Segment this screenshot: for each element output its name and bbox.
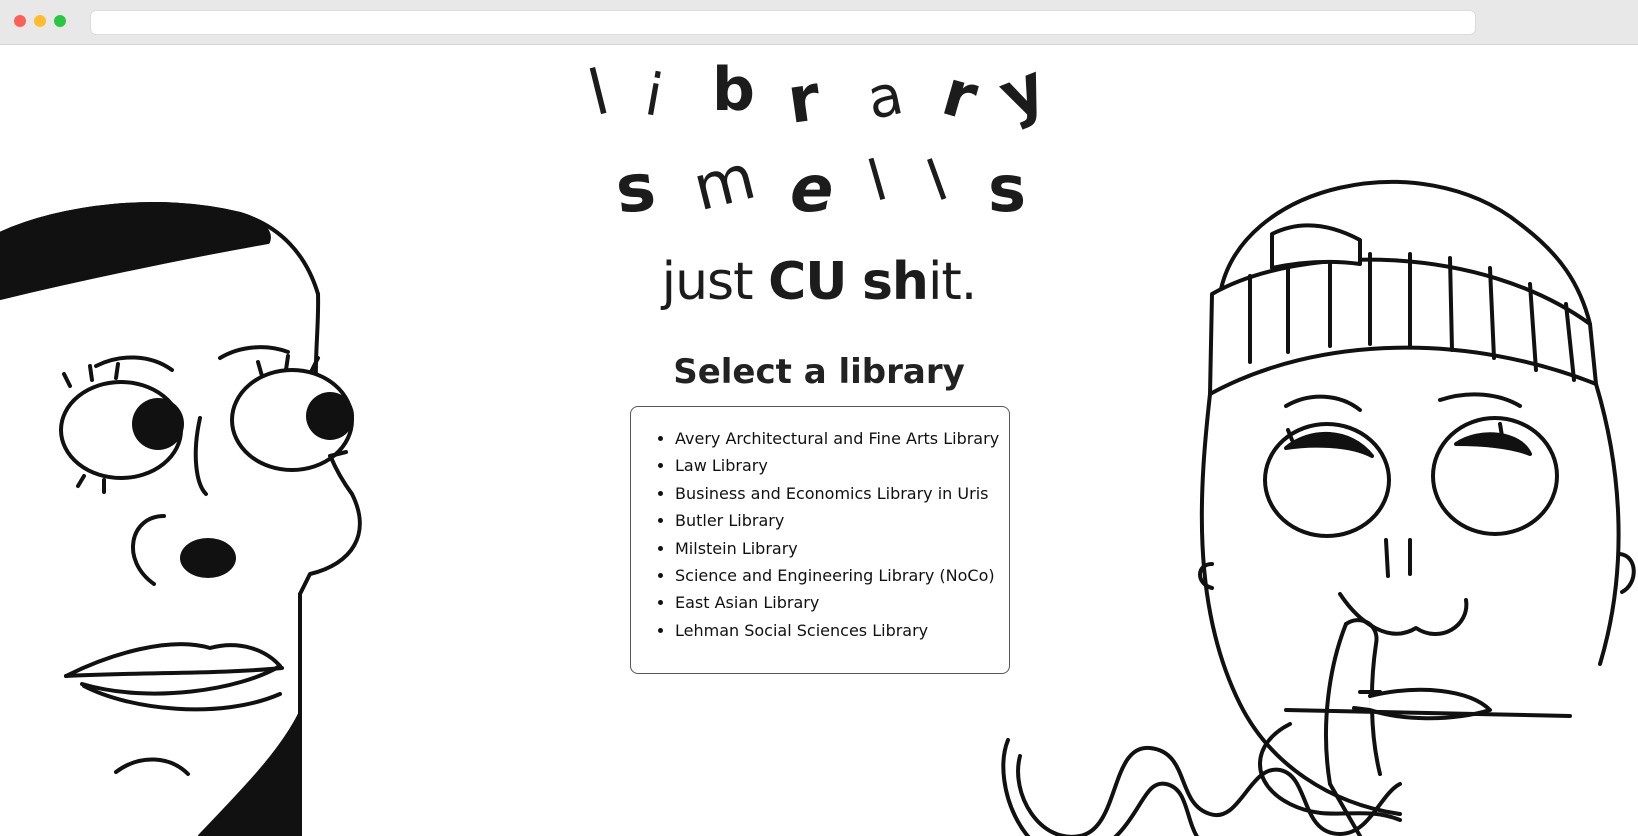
library-link-business-economics[interactable]: Business and Economics Library in Uris	[675, 480, 1009, 507]
library-link-science-engineering[interactable]: Science and Engineering Library (NoCo)	[675, 562, 1009, 589]
tagline-part: CU	[768, 252, 847, 312]
library-link-butler[interactable]: Butler Library	[675, 507, 1009, 534]
title-letter: s	[612, 148, 660, 229]
library-list-box: Avery Architectural and Fine Arts Librar…	[630, 406, 1010, 674]
minimize-icon[interactable]	[34, 15, 46, 27]
title-letter: b	[712, 55, 755, 125]
title-letter: l	[861, 148, 895, 215]
title-letter: y	[989, 49, 1057, 135]
address-bar[interactable]	[90, 10, 1476, 35]
tagline-part: it.	[927, 252, 977, 312]
maximize-icon[interactable]	[54, 15, 66, 27]
title-letter: r	[783, 61, 825, 139]
library-list: Avery Architectural and Fine Arts Librar…	[631, 407, 1009, 644]
title-letter: a	[861, 62, 909, 133]
tagline-part: just	[661, 252, 769, 312]
library-link-law[interactable]: Law Library	[675, 452, 1009, 479]
page-content: l i b r a r y s m e l l s just CU shit. …	[0, 44, 1638, 836]
title-letter: l	[581, 55, 616, 131]
title-letter: l	[919, 148, 957, 215]
tagline: just CU shit.	[0, 252, 1638, 312]
title-word-smells: s m e l l s	[0, 139, 1638, 248]
title-letter: r	[934, 56, 986, 136]
title-letter: e	[790, 153, 834, 227]
title-letter: m	[685, 139, 763, 226]
tagline-part	[846, 252, 862, 312]
library-link-avery[interactable]: Avery Architectural and Fine Arts Librar…	[675, 425, 1009, 452]
library-link-milstein[interactable]: Milstein Library	[675, 535, 1009, 562]
title-word-library: l i b r a r y	[0, 49, 1638, 154]
close-icon[interactable]	[14, 15, 26, 27]
library-link-east-asian[interactable]: East Asian Library	[675, 589, 1009, 616]
browser-toolbar	[0, 0, 1638, 45]
select-library-heading: Select a library	[673, 352, 965, 392]
tagline-part: sh	[861, 252, 929, 312]
library-link-lehman[interactable]: Lehman Social Sciences Library	[675, 617, 1009, 644]
title-letter: i	[640, 60, 668, 130]
title-letter: s	[988, 153, 1027, 227]
